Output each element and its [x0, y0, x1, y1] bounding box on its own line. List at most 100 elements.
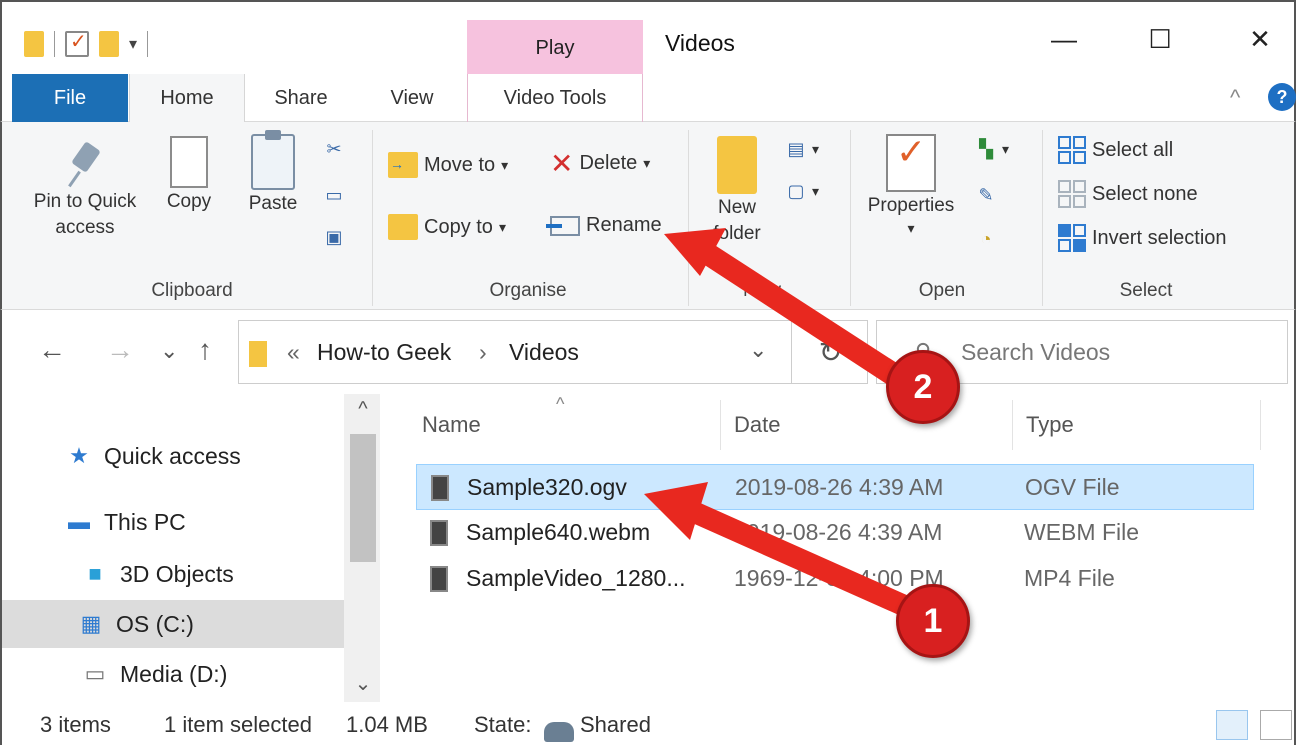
file-date: 2019-08-26 4:39 AM: [734, 519, 943, 545]
new-folder-big-icon: [717, 136, 757, 194]
column-header-type[interactable]: Type: [1026, 412, 1074, 438]
column-header-name[interactable]: Name: [422, 412, 481, 438]
history-button[interactable]: ◔: [976, 228, 996, 250]
scroll-up-icon[interactable]: ^: [344, 398, 382, 421]
scrollbar-thumb[interactable]: [350, 434, 376, 562]
new-folder-icon[interactable]: [99, 31, 119, 57]
paste-button[interactable]: Paste: [238, 130, 308, 218]
move-to-button[interactable]: Move to ▾: [388, 152, 508, 178]
back-button[interactable]: ←: [38, 334, 66, 366]
maximize-button[interactable]: ☐: [1140, 24, 1180, 55]
tab-video-tools[interactable]: Video Tools: [467, 74, 643, 122]
new-folder-line1: New: [717, 197, 756, 218]
file-row[interactable]: SampleVideo_1280... 1969-12-31 4:00 PM M…: [416, 556, 1254, 602]
nav-item-quick-access[interactable]: ★ Quick access: [2, 432, 344, 480]
quick-access-toolbar: ▾: [24, 28, 149, 60]
status-state-value: Shared: [580, 712, 651, 737]
breadcrumb-overflow[interactable]: «: [287, 339, 300, 366]
paste-shortcut-button[interactable]: ▣: [324, 226, 344, 248]
tab-view[interactable]: View: [357, 74, 467, 122]
invert-selection-button[interactable]: Invert selection: [1058, 224, 1227, 252]
rename-button[interactable]: Rename: [546, 214, 662, 237]
copy-to-icon: [388, 214, 418, 240]
edit-button[interactable]: ✎: [976, 184, 996, 206]
file-list: ^ Name Date Type Sample320.ogv 2019-08-2…: [380, 394, 1296, 702]
breadcrumb-how-to-geek[interactable]: How-to Geek: [317, 339, 451, 366]
copy-path-icon: ▭: [325, 184, 343, 205]
nav-pane-scrollbar[interactable]: ^ ⌄: [344, 394, 382, 702]
ribbon-tabs: File Home Share View Video Tools: [0, 74, 1296, 123]
breadcrumb-separator[interactable]: ›: [479, 339, 487, 366]
window-title: Videos: [665, 30, 735, 56]
up-button[interactable]: ↑: [198, 334, 212, 366]
details-view-button[interactable]: [1216, 710, 1248, 740]
address-bar[interactable]: « How-to Geek › Videos ⌄ ↻: [238, 320, 868, 384]
group-separator: [688, 130, 689, 306]
easy-access-icon: ▢: [787, 180, 805, 201]
scroll-down-icon[interactable]: ⌄: [344, 671, 382, 696]
pin-icon: [65, 140, 105, 188]
rename-icon: [546, 215, 580, 236]
copy-to-label: Copy to: [424, 215, 493, 238]
copy-path-button[interactable]: ▭: [324, 184, 344, 206]
copy-to-button[interactable]: Copy to ▾: [388, 214, 506, 240]
move-to-icon: [388, 152, 418, 178]
annotation-badge-2: 2: [886, 350, 960, 424]
properties-label: Properties: [867, 195, 955, 216]
select-all-button[interactable]: Select all: [1058, 136, 1173, 164]
video-file-icon: [430, 520, 448, 546]
file-row[interactable]: Sample320.ogv 2019-08-26 4:39 AM OGV Fil…: [416, 464, 1254, 510]
folder-icon[interactable]: [24, 31, 44, 57]
nav-item-this-pc[interactable]: ▬ This PC: [2, 498, 344, 546]
address-dropdown-icon[interactable]: ⌄: [749, 337, 767, 363]
group-separator: [850, 130, 851, 306]
easy-access-button[interactable]: ▢ ▾: [786, 180, 819, 202]
nav-label: Quick access: [104, 442, 241, 469]
column-separator[interactable]: [720, 400, 721, 450]
annotation-badge-1: 1: [896, 584, 970, 658]
tab-home[interactable]: Home: [129, 74, 245, 123]
customize-qat-dropdown[interactable]: ▾: [129, 34, 137, 54]
recent-locations-button[interactable]: ⌄: [160, 338, 178, 364]
close-button[interactable]: ✕: [1240, 24, 1280, 55]
nav-item-3d-objects[interactable]: ■ 3D Objects: [2, 550, 344, 598]
scissors-icon: ✂: [326, 138, 342, 159]
column-separator[interactable]: [1012, 400, 1013, 450]
tab-share[interactable]: Share: [245, 74, 357, 122]
ribbon: Pin to Quick access Copy Paste ✂ ▭ ▣ Cli…: [0, 122, 1296, 310]
group-separator: [1042, 130, 1043, 306]
delete-button[interactable]: ✕ Delete ▾: [550, 149, 650, 177]
title-bar: ▾ Play Videos — ☐ ✕: [0, 0, 1296, 76]
tab-file[interactable]: File: [12, 74, 128, 122]
copy-button[interactable]: Copy: [154, 130, 224, 216]
forward-button[interactable]: →: [106, 334, 134, 366]
folder-icon: [249, 341, 267, 367]
file-name: Sample640.webm: [466, 519, 651, 545]
breadcrumb-videos[interactable]: Videos: [509, 339, 579, 366]
copy-label: Copy: [166, 191, 212, 212]
pin-to-quick-access-button[interactable]: Pin to Quick access: [22, 140, 148, 240]
nav-item-os-c[interactable]: ▦ OS (C:): [2, 600, 344, 648]
computer-icon: ▬: [68, 509, 90, 534]
column-separator[interactable]: [1260, 400, 1261, 450]
move-to-dropdown-icon: ▾: [501, 156, 509, 173]
refresh-button[interactable]: ↻: [791, 321, 869, 383]
open-button[interactable]: ▚ ▾: [976, 138, 1009, 160]
nav-item-media-d[interactable]: ▭ Media (D:): [2, 650, 344, 698]
navigation-pane: ★ Quick access ▬ This PC ■ 3D Objects ▦ …: [0, 394, 382, 702]
cut-button[interactable]: ✂: [324, 138, 344, 160]
copy-icon: [162, 130, 208, 188]
collapse-ribbon-icon[interactable]: ^: [1230, 85, 1240, 111]
large-icons-view-button[interactable]: [1260, 710, 1292, 740]
properties-button[interactable]: Properties ▾: [856, 134, 966, 236]
file-row[interactable]: Sample640.webm 2019-08-26 4:39 AM WEBM F…: [416, 510, 1254, 556]
new-folder-button[interactable]: New folder: [702, 136, 772, 246]
file-type: WEBM File: [1024, 519, 1139, 545]
properties-icon[interactable]: [65, 29, 89, 57]
minimize-button[interactable]: —: [1044, 24, 1084, 55]
column-header-date[interactable]: Date: [734, 412, 780, 438]
qat-separator: [54, 31, 55, 57]
help-icon[interactable]: ?: [1268, 83, 1296, 111]
select-none-button[interactable]: Select none: [1058, 180, 1198, 208]
new-item-button[interactable]: ▤ ▾: [786, 138, 819, 160]
